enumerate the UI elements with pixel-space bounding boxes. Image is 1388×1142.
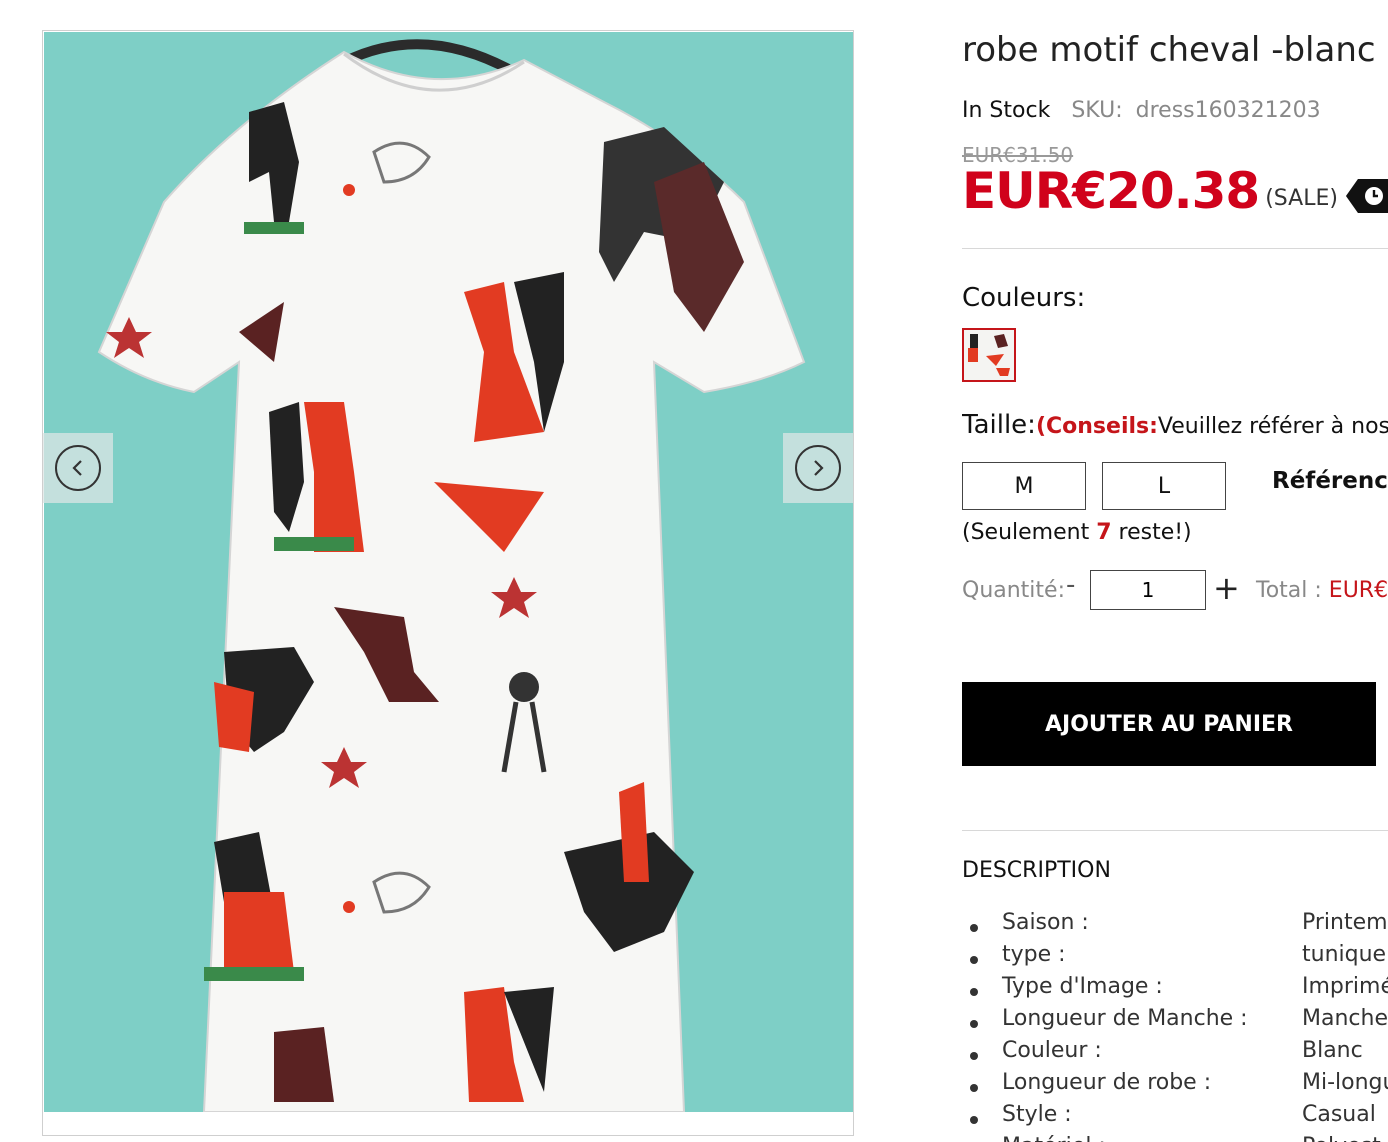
size-option-l[interactable]: L xyxy=(1102,462,1226,510)
spec-value: Blanc xyxy=(1302,1038,1363,1063)
total-value: EUR€ xyxy=(1328,578,1388,603)
description-title: DESCRIPTION xyxy=(962,858,1111,883)
divider xyxy=(962,830,1388,831)
bullet-icon xyxy=(970,1084,978,1092)
spec-key: Style : xyxy=(1002,1102,1072,1127)
bullet-icon xyxy=(970,988,978,996)
stock-remaining: (Seulement 7 reste!) xyxy=(962,520,1192,545)
spec-key: Saison : xyxy=(1002,910,1089,935)
product-photo xyxy=(44,32,853,1112)
stock-status: In Stock xyxy=(962,98,1051,123)
gallery-prev-button[interactable] xyxy=(43,433,113,503)
spec-value: Imprimé xyxy=(1302,974,1388,999)
swatch-thumbnail xyxy=(964,330,1014,380)
spec-key: Type d'Image : xyxy=(1002,974,1163,999)
spec-value: tunique xyxy=(1302,942,1387,967)
size-label: Taille: xyxy=(962,410,1036,440)
size-tips-label: Conseils: xyxy=(1046,414,1158,439)
total-row: Total : EUR€ xyxy=(1256,578,1388,603)
bullet-icon xyxy=(970,1116,978,1124)
stock-remaining-suffix: reste!) xyxy=(1111,520,1192,545)
clock-icon xyxy=(1345,179,1388,213)
spec-item: Style : Casual xyxy=(962,1102,1388,1134)
spec-item: Couleur : Blanc xyxy=(962,1038,1388,1070)
spec-value: Casual xyxy=(1302,1102,1376,1127)
stock-sku-row: In Stock SKU: dress160321203 xyxy=(962,98,1321,123)
quantity-decrease-button[interactable]: - xyxy=(1066,570,1075,600)
spec-item: Saison : Printemp xyxy=(962,910,1388,942)
spec-key: Couleur : xyxy=(1002,1038,1102,1063)
size-option-m[interactable]: M xyxy=(962,462,1086,510)
stock-remaining-count: 7 xyxy=(1096,520,1112,545)
spec-value: Manche xyxy=(1302,1006,1388,1031)
color-swatch-blanc[interactable] xyxy=(962,328,1016,382)
size-reference-link[interactable]: Référence xyxy=(1272,468,1388,494)
product-title: robe motif cheval -blanc xyxy=(962,30,1376,70)
spec-key: Longueur de robe : xyxy=(1002,1070,1212,1095)
spec-item: Matériel : Polyest xyxy=(962,1134,1388,1142)
spec-key: type : xyxy=(1002,942,1066,967)
spec-value: Mi-longu xyxy=(1302,1070,1388,1095)
size-tips-text: Veuillez référer à nos r xyxy=(1157,414,1388,439)
chevron-left-icon xyxy=(55,445,101,491)
spec-item: Type d'Image : Imprimé xyxy=(962,974,1388,1006)
colors-label: Couleurs: xyxy=(962,283,1086,313)
sale-label: (SALE) xyxy=(1265,185,1338,211)
add-to-cart-button[interactable]: AJOUTER AU PANIER xyxy=(962,682,1376,766)
size-label-row: Taille:(Conseils:Veuillez référer à nos … xyxy=(962,410,1388,440)
dress-illustration xyxy=(97,39,806,1112)
gallery-next-button[interactable] xyxy=(783,433,853,503)
bullet-icon xyxy=(970,1020,978,1028)
spec-value: Polyest xyxy=(1302,1134,1381,1142)
stock-remaining-prefix: (Seulement xyxy=(962,520,1097,545)
divider xyxy=(962,248,1388,249)
size-tips-open: ( xyxy=(1035,414,1046,439)
spec-list: Saison : Printemp type : tunique Type d'Im… xyxy=(962,910,1388,1142)
quantity-label: Quantité: xyxy=(962,578,1065,603)
quantity-input[interactable] xyxy=(1090,570,1206,610)
spec-value: Printemp xyxy=(1302,910,1388,935)
quantity-increase-button[interactable]: + xyxy=(1213,570,1240,606)
spec-key: Matériel : xyxy=(1002,1134,1106,1142)
sku-label: SKU: xyxy=(1071,98,1123,123)
price-row: EUR€20.38 (SALE) xyxy=(962,162,1388,220)
product-info-panel: robe motif cheval -blanc In Stock SKU: d… xyxy=(962,0,1388,1142)
total-label: Total : xyxy=(1256,578,1322,603)
sku-value: dress160321203 xyxy=(1135,98,1321,123)
sale-price: EUR€20.38 xyxy=(962,162,1260,220)
spec-item: Longueur de robe : Mi-longu xyxy=(962,1070,1388,1102)
spec-item: type : tunique xyxy=(962,942,1388,974)
product-gallery xyxy=(42,30,854,1136)
bullet-icon xyxy=(970,956,978,964)
bullet-icon xyxy=(970,1052,978,1060)
bullet-icon xyxy=(970,924,978,932)
chevron-right-icon xyxy=(795,445,841,491)
spec-key: Longueur de Manche : xyxy=(1002,1006,1248,1031)
spec-item: Longueur de Manche : Manche xyxy=(962,1006,1388,1038)
